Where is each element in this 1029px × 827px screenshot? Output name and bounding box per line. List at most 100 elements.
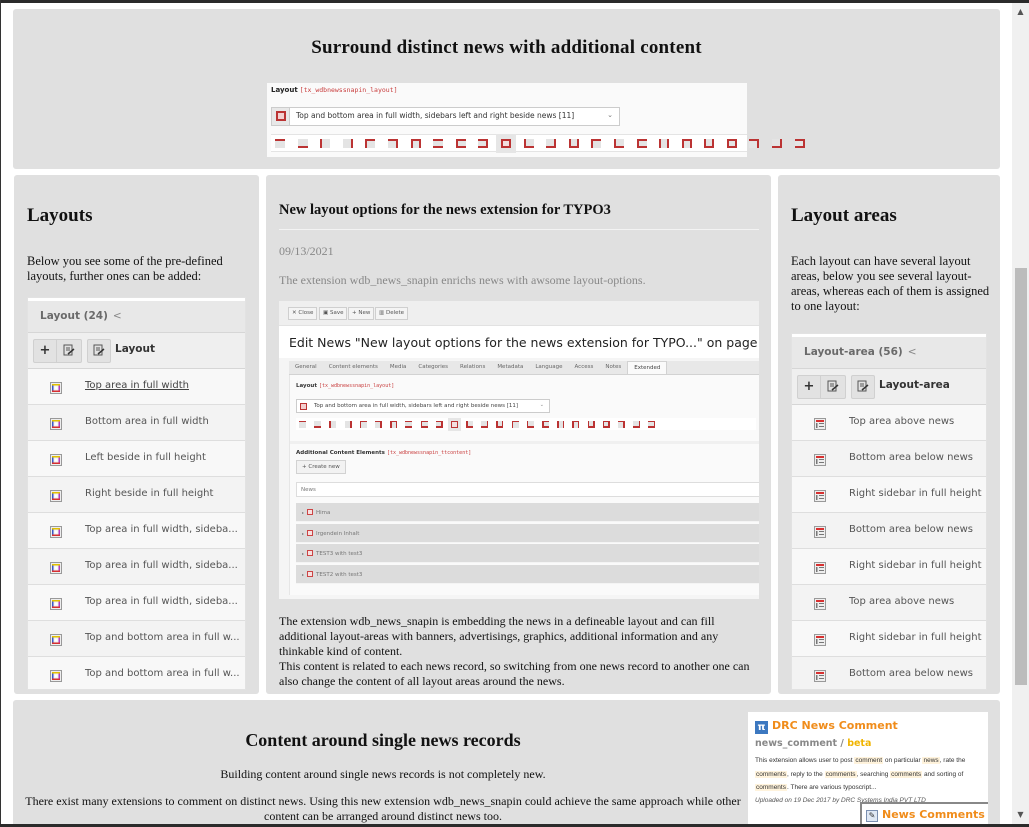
layout-record-icon[interactable]	[50, 633, 62, 651]
layout-option-icon[interactable]	[481, 420, 489, 428]
layout-area-row-label[interactable]: Top area above news	[849, 416, 954, 427]
expand-icon[interactable]: ▸	[302, 572, 304, 577]
tab-relations[interactable]: Relations	[454, 361, 491, 374]
layout-area-list-header[interactable]: Layout-area (56) <	[792, 334, 986, 369]
vertical-scrollbar[interactable]: ▲ ▼	[1012, 3, 1029, 824]
layout-area-row-label[interactable]: Bottom area below news	[849, 524, 973, 535]
scroll-up-arrow-icon[interactable]: ▲	[1012, 5, 1029, 19]
layout-option-icon[interactable]	[435, 420, 443, 428]
scrollbar-thumb[interactable]	[1015, 268, 1027, 685]
layout-row[interactable]: Top and bottom area in full w...	[28, 621, 245, 657]
layout-option-icon[interactable]	[447, 417, 461, 431]
content-record[interactable]: ▸ Hima	[296, 503, 759, 522]
scroll-down-arrow-icon[interactable]: ▼	[1012, 808, 1029, 822]
layout-area-row[interactable]: Bottom area below news	[792, 657, 986, 689]
expand-icon[interactable]: ▸	[302, 510, 304, 515]
close-button[interactable]: ✕ Close	[288, 307, 318, 320]
layout-option-icon[interactable]	[410, 138, 421, 148]
layout-option-icon[interactable]	[466, 420, 474, 428]
layout-row-label[interactable]: Top area in full width	[85, 380, 189, 391]
backend-layout-select[interactable]: Top and bottom area in full width, sideb…	[296, 399, 550, 413]
add-layout-button[interactable]: +	[34, 340, 57, 362]
layout-option-icon[interactable]	[617, 420, 625, 428]
add-layout-area-button[interactable]: +	[798, 376, 821, 398]
layout-area-row[interactable]: Right sidebar in full height	[792, 549, 986, 585]
drc-extension-card[interactable]: π DRC News Comment news_comment / beta T…	[748, 712, 988, 827]
layout-option-icon[interactable]	[495, 133, 516, 153]
layout-row-label[interactable]: Left beside in full height	[85, 452, 206, 463]
delete-button[interactable]: ▥ Delete	[375, 307, 409, 320]
layout-option-icon[interactable]	[546, 138, 557, 148]
content-record[interactable]: ▸ Irgendein Inhalt	[296, 523, 759, 543]
layout-row[interactable]: Right beside in full height	[28, 477, 245, 513]
create-new-button[interactable]: + Create new	[296, 460, 346, 474]
layout-area-record-icon[interactable]	[814, 417, 826, 435]
news-title[interactable]: New layout options for the news extensio…	[279, 202, 611, 219]
layout-option-icon[interactable]	[526, 420, 534, 428]
layout-record-icon[interactable]	[50, 489, 62, 507]
layout-option-icon[interactable]	[636, 138, 647, 148]
layout-row-label[interactable]: Top area in full width, sideba...	[85, 596, 238, 607]
layout-row-label[interactable]: Right beside in full height	[85, 488, 213, 499]
layout-option-icon[interactable]	[314, 420, 322, 428]
layout-record-icon[interactable]	[50, 525, 62, 543]
layout-option-icon[interactable]	[659, 138, 670, 148]
layout-row[interactable]: Top area in full width, sideba...	[28, 549, 245, 585]
layout-option-icon[interactable]	[557, 420, 565, 428]
edit-multiple-button[interactable]	[88, 340, 110, 362]
edit-columns-button[interactable]	[821, 376, 844, 398]
layout-row[interactable]: Top area in full width	[28, 369, 245, 405]
layout-option-icon[interactable]	[794, 138, 805, 148]
layout-area-record-icon[interactable]	[814, 489, 826, 507]
layout-area-row-label[interactable]: Right sidebar in full height	[849, 488, 982, 499]
layout-record-icon[interactable]	[50, 597, 62, 615]
tab-metadata[interactable]: Metadata	[491, 361, 529, 374]
layout-list-header[interactable]: Layout (24) <	[28, 298, 245, 333]
layout-area-row[interactable]: Right sidebar in full height	[792, 477, 986, 513]
layout-record-icon[interactable]	[50, 417, 62, 435]
tab-categories[interactable]: Categories	[412, 361, 454, 374]
tab-notes[interactable]: Notes	[599, 361, 627, 374]
layout-option-icon[interactable]	[359, 420, 367, 428]
drc-title[interactable]: DRC News Comment	[772, 719, 898, 732]
layout-option-icon[interactable]	[365, 138, 376, 148]
layout-option-icon[interactable]	[320, 138, 331, 148]
layout-select[interactable]: Top and bottom area in full width, sideb…	[271, 107, 620, 126]
tab-access[interactable]: Access	[569, 361, 600, 374]
layout-area-row[interactable]: Top area above news	[792, 405, 986, 441]
layout-option-icon[interactable]	[342, 138, 353, 148]
edit-columns-button[interactable]	[57, 340, 80, 362]
layout-option-icon[interactable]	[420, 420, 428, 428]
layout-row-label[interactable]: Top and bottom area in full w...	[85, 632, 240, 643]
layout-row[interactable]: Top and bottom area in full w...	[28, 657, 245, 689]
edit-multiple-button[interactable]	[852, 376, 874, 398]
layout-area-record-icon[interactable]	[814, 633, 826, 651]
layout-row[interactable]: Top area in full width, sideba...	[28, 513, 245, 549]
tab-language[interactable]: Language	[529, 361, 568, 374]
layout-option-icon[interactable]	[587, 420, 595, 428]
layout-option-icon[interactable]	[633, 420, 641, 428]
layout-option-icon[interactable]	[681, 138, 692, 148]
layout-row[interactable]: Top area in full width, sideba...	[28, 585, 245, 621]
layout-area-row-label[interactable]: Right sidebar in full height	[849, 560, 982, 571]
layout-option-icon[interactable]	[275, 138, 285, 148]
layout-option-icon[interactable]	[591, 138, 602, 148]
layout-record-icon[interactable]	[50, 561, 62, 579]
layout-option-icon[interactable]	[749, 138, 760, 148]
new-button[interactable]: + New	[348, 307, 375, 320]
layout-area-record-icon[interactable]	[814, 525, 826, 543]
layout-row-label[interactable]: Bottom area in full width	[85, 416, 209, 427]
layout-option-icon[interactable]	[387, 138, 398, 148]
layout-option-icon[interactable]	[648, 420, 656, 428]
layout-option-icon[interactable]	[374, 420, 382, 428]
tab-extended[interactable]: Extended	[627, 361, 668, 374]
layout-area-row-label[interactable]: Top area above news	[849, 596, 954, 607]
layout-option-icon[interactable]	[772, 138, 783, 148]
layout-option-icon[interactable]	[726, 138, 737, 148]
layout-option-icon[interactable]	[344, 420, 352, 428]
layout-option-icon[interactable]	[523, 138, 534, 148]
layout-option-icon[interactable]	[572, 420, 580, 428]
layout-option-icon[interactable]	[299, 420, 306, 428]
layout-area-row-label[interactable]: Bottom area below news	[849, 452, 973, 463]
layout-option-icon[interactable]	[568, 138, 579, 148]
